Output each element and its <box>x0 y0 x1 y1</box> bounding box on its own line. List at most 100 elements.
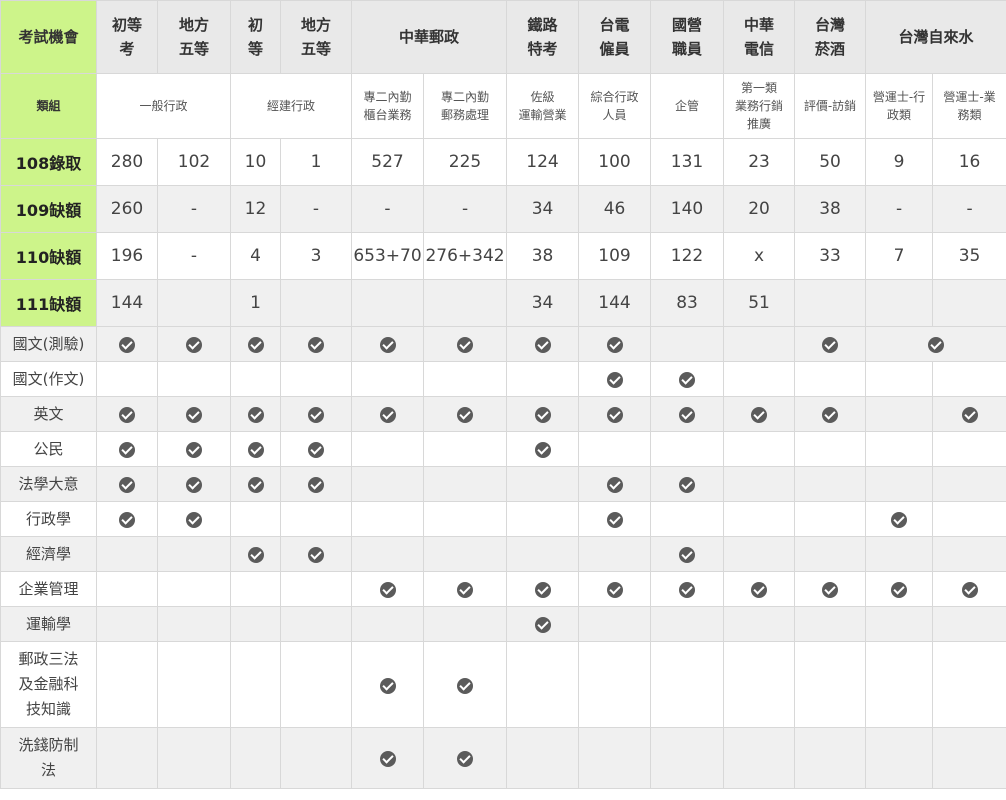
check-icon <box>119 512 135 528</box>
header-row: 考試機會 初等 考 地方 五等 初 等 地方 五等 中華郵政 鐵路 特考 台電 … <box>0 0 1006 74</box>
header-col: 台電 僱員 <box>578 0 652 74</box>
subject-label: 經濟學 <box>0 536 97 572</box>
count-cell <box>932 279 1006 327</box>
check-cell <box>723 501 796 537</box>
subject-label: 行政學 <box>0 501 97 537</box>
count-cell: 34 <box>506 279 580 327</box>
row-label: 109缺額 <box>0 185 97 233</box>
check-cell <box>506 501 580 537</box>
check-cell <box>650 641 725 728</box>
check-cell <box>506 727 580 789</box>
check-cell <box>865 361 934 397</box>
count-cell: 280 <box>96 138 158 186</box>
check-cell <box>230 326 281 362</box>
check-cell <box>351 361 424 397</box>
check-cell <box>157 536 231 572</box>
subject-label: 英文 <box>0 396 97 432</box>
check-cell <box>280 466 352 502</box>
count-cell: 10 <box>230 138 281 186</box>
check-cell <box>230 641 281 728</box>
count-cell: - <box>865 185 934 233</box>
count-cell <box>280 279 352 327</box>
check-cell <box>280 431 352 467</box>
check-cell <box>506 326 580 362</box>
check-cell <box>650 571 725 607</box>
check-cell <box>230 431 281 467</box>
header-col: 初等 考 <box>96 0 158 74</box>
check-cell <box>723 361 796 397</box>
check-cell <box>96 641 158 728</box>
group-title: 類組 <box>0 73 97 139</box>
check-cell <box>650 361 725 397</box>
check-icon <box>679 582 696 598</box>
check-cell <box>280 361 352 397</box>
check-icon <box>534 617 551 633</box>
check-cell <box>794 361 867 397</box>
subject-row: 經濟學 <box>0 536 1006 572</box>
check-cell <box>723 326 796 362</box>
check-cell <box>157 326 231 362</box>
check-icon <box>751 407 768 423</box>
count-cell: - <box>351 185 424 233</box>
check-icon <box>457 751 473 767</box>
check-cell <box>506 466 580 502</box>
check-cell <box>578 606 652 642</box>
check-cell <box>351 431 424 467</box>
count-cell: 196 <box>96 232 158 280</box>
check-cell <box>422 466 508 502</box>
check-icon <box>119 407 135 423</box>
check-cell <box>650 431 725 467</box>
check-cell <box>794 536 867 572</box>
check-cell <box>865 606 934 642</box>
check-icon <box>119 337 135 353</box>
check-cell <box>157 361 231 397</box>
subject-row: 公民 <box>0 431 1006 467</box>
check-cell <box>650 536 725 572</box>
exam-comparison-table: 考試機會 初等 考 地方 五等 初 等 地方 五等 中華郵政 鐵路 特考 台電 … <box>0 0 1006 789</box>
subject-row: 國文(測驗) <box>0 326 1006 362</box>
check-cell <box>723 536 796 572</box>
check-cell <box>578 326 652 362</box>
check-cell <box>794 606 867 642</box>
count-cell: 100 <box>578 138 652 186</box>
check-cell <box>865 326 1006 362</box>
check-cell <box>794 727 867 789</box>
subject-row: 洗錢防制 法 <box>0 727 1006 789</box>
check-cell <box>422 571 508 607</box>
check-cell <box>723 466 796 502</box>
check-cell <box>578 361 652 397</box>
check-cell <box>157 396 231 432</box>
check-cell <box>157 641 231 728</box>
count-cell: x <box>723 232 796 280</box>
count-cell: 38 <box>506 232 580 280</box>
count-cell: 122 <box>650 232 725 280</box>
count-cell: 46 <box>578 185 652 233</box>
header-col: 台灣自來水 <box>865 0 1006 74</box>
check-cell <box>723 571 796 607</box>
check-cell <box>230 536 281 572</box>
group-row: 類組 一般行政 經建行政 專二內勤 櫃台業務 專二內勤 郵務處理 佐級 運輸營業… <box>0 73 1006 139</box>
count-cell: 34 <box>506 185 580 233</box>
count-cell: 35 <box>932 232 1006 280</box>
count-cell: 140 <box>650 185 725 233</box>
subject-label: 國文(作文) <box>0 361 97 397</box>
count-row: 109缺額 260-12- - -34 46 140 20 38- - <box>0 185 1006 233</box>
check-icon <box>961 407 978 423</box>
check-cell <box>422 727 508 789</box>
count-cell: 276+342 <box>422 232 508 280</box>
check-icon <box>186 337 202 353</box>
check-cell <box>280 641 352 728</box>
check-cell <box>578 536 652 572</box>
check-cell <box>650 326 725 362</box>
count-cell <box>422 279 508 327</box>
subject-row: 郵政三法 及金融科 技知識 <box>0 641 1006 728</box>
subject-label: 公民 <box>0 431 97 467</box>
count-cell: 50 <box>794 138 867 186</box>
group-cell: 評價-訪銷 <box>794 73 867 139</box>
check-cell <box>506 431 580 467</box>
check-icon <box>379 677 396 694</box>
check-cell <box>932 361 1006 397</box>
count-cell: 1 <box>230 279 281 327</box>
check-cell <box>506 396 580 432</box>
check-cell <box>865 466 934 502</box>
